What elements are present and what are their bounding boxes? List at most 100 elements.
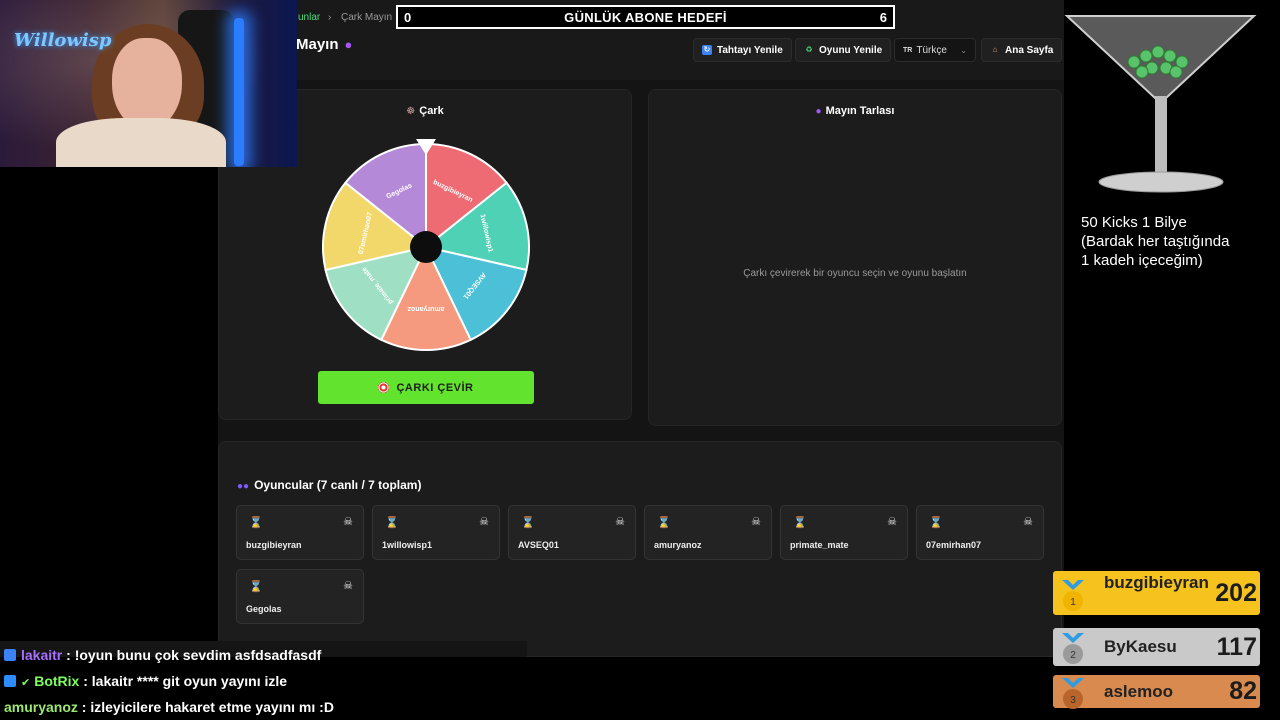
target-icon bbox=[378, 382, 390, 393]
hourglass-icon: ⌛ bbox=[793, 517, 807, 529]
skull-crossbones-icon: ☠ bbox=[479, 516, 489, 528]
chat-message: lakaitr : !oyun bunu çok sevdim asfdsadf… bbox=[4, 647, 321, 663]
chat-text: : izleyicilere hakaret etme yayını mı :D bbox=[77, 699, 334, 715]
player-name: 1willowisp1 bbox=[382, 540, 433, 550]
players-panel-title: ●● Oyuncular (7 canlı / 7 toplam) bbox=[237, 478, 421, 492]
leaderboard-row: 2 ByKaesu 117 bbox=[1053, 628, 1260, 666]
svg-text:1: 1 bbox=[1070, 597, 1076, 608]
breadcrumb-separator: › bbox=[328, 12, 332, 23]
player-name: amuryanoz bbox=[654, 540, 702, 550]
language-flag: TR bbox=[903, 46, 913, 54]
skull-crossbones-icon: ☠ bbox=[887, 516, 897, 528]
leaderboard-name: buzgibieyran bbox=[1104, 573, 1209, 592]
player-name: Gegolas bbox=[246, 604, 282, 614]
leaderboard-row: 1 buzgibieyran 202 bbox=[1053, 571, 1260, 615]
player-name: AVSEQ01 bbox=[518, 540, 559, 550]
webcam-person-face bbox=[112, 38, 182, 130]
wheel-panel-title-text: Çark bbox=[419, 105, 444, 117]
players-panel-title-text: Oyuncular (7 canlı / 7 toplam) bbox=[254, 478, 422, 492]
hourglass-icon: ⌛ bbox=[385, 517, 399, 529]
leaderboard-name: aslemoo bbox=[1104, 681, 1173, 701]
chat-message: amuryanoz : izleyicilere hakaret etme ya… bbox=[4, 699, 334, 715]
chevron-down-icon: ⌄ bbox=[960, 45, 967, 55]
minefield-panel: ● Mayın Tarlası Çarkı çevirerek bir oyunc… bbox=[648, 89, 1062, 426]
subscriber-goal-bar: 0 GÜNLÜK ABONE HEDEFİ 6 bbox=[396, 5, 895, 29]
refresh-board-label: Tahtayı Yenile bbox=[717, 44, 783, 56]
player-name: buzgibieyran bbox=[246, 540, 302, 550]
chat-text: : !oyun bunu çok sevdim asfdsadfasdf bbox=[62, 647, 322, 663]
people-icon: ●● bbox=[237, 481, 250, 492]
player-card[interactable]: ⌛ ☠ primate_mate bbox=[780, 505, 908, 560]
refresh-game-label: Oyunu Yenile bbox=[819, 44, 883, 56]
medal-icon: 3 bbox=[1062, 678, 1084, 709]
chat-username: amuryanoz bbox=[4, 699, 78, 715]
skull-crossbones-icon: ☠ bbox=[1023, 516, 1033, 528]
bot-badge-icon bbox=[4, 675, 16, 687]
goal-target: 6 bbox=[879, 9, 887, 25]
player-card[interactable]: ⌛ ☠ 07emirhan07 bbox=[916, 505, 1044, 560]
house-icon: ⌂ bbox=[992, 45, 998, 54]
skull-crossbones-icon: ☠ bbox=[751, 516, 761, 528]
martini-glass-icon bbox=[1064, 15, 1257, 193]
spin-wheel[interactable]: buzgibieyran1willowisp1AVSEQ01amuryanozp… bbox=[219, 135, 633, 405]
player-card[interactable]: ⌛ ☠ amuryanoz bbox=[644, 505, 772, 560]
player-card[interactable]: ⌛ ☠ AVSEQ01 bbox=[508, 505, 636, 560]
svg-text:3: 3 bbox=[1070, 695, 1076, 706]
skull-crossbones-icon: ☠ bbox=[615, 516, 625, 528]
app-window: unlar › Çark Mayın Mayın ● ↻ Tahtayı Yeni… bbox=[218, 0, 1064, 657]
chat-username: BotRix bbox=[34, 673, 80, 689]
breadcrumb-current: Çark Mayın bbox=[341, 12, 393, 23]
hourglass-icon: ⌛ bbox=[249, 581, 263, 593]
medal-icon: 1 bbox=[1062, 580, 1084, 611]
chat-overlay: lakaitr : !oyun bunu çok sevdim asfdsadf… bbox=[0, 641, 527, 720]
home-label: Ana Sayfa bbox=[1005, 44, 1054, 56]
svg-text:2: 2 bbox=[1070, 650, 1076, 661]
chat-message: ✔ BotRix : lakaitr **** git oyun yayını i… bbox=[4, 673, 287, 689]
player-card[interactable]: ⌛ ☠ 1willowisp1 bbox=[372, 505, 500, 560]
leaderboard-score: 82 bbox=[1229, 677, 1257, 705]
leaderboard-score: 117 bbox=[1216, 632, 1257, 661]
minefield-message: Çarkı çevirerek bir oyuncu seçin ve oyun… bbox=[743, 268, 967, 279]
minefield-panel-title: ● Mayın Tarlası bbox=[649, 105, 1061, 117]
skull-crossbones-icon: ☠ bbox=[343, 580, 353, 592]
hourglass-icon: ⌛ bbox=[521, 517, 535, 529]
leaderboard-score: 202 bbox=[1215, 578, 1257, 607]
language-value: Türkçe bbox=[916, 44, 947, 56]
player-name: 07emirhan07 bbox=[926, 540, 982, 550]
players-panel: ●● Oyuncular (7 canlı / 7 toplam) ⌛ ☠ buzgi… bbox=[218, 441, 1062, 657]
language-select[interactable]: TR Türkçe ⌄ bbox=[894, 38, 976, 62]
cube-badge-icon bbox=[4, 649, 16, 661]
goal-title: GÜNLÜK ABONE HEDEFİ bbox=[564, 9, 727, 25]
home-button[interactable]: ⌂ Ana Sayfa bbox=[981, 38, 1063, 62]
minefield-panel-title-text: Mayın Tarlası bbox=[825, 105, 895, 117]
bomb-icon: ● bbox=[815, 106, 822, 117]
wheel-segment-label: amuryanoz bbox=[407, 305, 444, 312]
bomb-icon: ● bbox=[344, 37, 353, 52]
breadcrumb-prev[interactable]: unlar bbox=[298, 12, 320, 23]
player-card[interactable]: ⌛ ☠ buzgibieyran bbox=[236, 505, 364, 560]
webcam-lamp bbox=[234, 18, 244, 166]
hourglass-icon: ⌛ bbox=[249, 517, 263, 529]
recycle-icon: ♻ bbox=[805, 45, 813, 54]
webcam-person-body bbox=[56, 118, 226, 167]
wheel-icon: ☸ bbox=[406, 106, 416, 117]
chat-text: : lakaitr **** git oyun yayını izle bbox=[79, 673, 288, 689]
page-title: Mayın ● bbox=[296, 36, 352, 53]
hourglass-icon: ⌛ bbox=[929, 517, 943, 529]
player-card[interactable]: ⌛ ☠ Gegolas bbox=[236, 569, 364, 624]
page-title-text: Mayın bbox=[296, 36, 339, 53]
refresh-game-button[interactable]: ♻ Oyunu Yenile bbox=[795, 38, 892, 62]
kicks-note: 50 Kicks 1 Bilye (Bardak her taştığında … bbox=[1081, 214, 1230, 269]
medal-icon: 2 bbox=[1062, 633, 1084, 664]
wheel-hub bbox=[410, 231, 442, 263]
refresh-icon: ↻ bbox=[702, 45, 712, 55]
hourglass-icon: ⌛ bbox=[657, 517, 671, 529]
leaderboard-name: ByKaesu bbox=[1104, 637, 1177, 656]
goal-current: 0 bbox=[404, 9, 412, 25]
spin-wheel-button[interactable]: ÇARKI ÇEVİR bbox=[318, 371, 534, 404]
webcam-feed: Willowisp bbox=[0, 0, 297, 167]
skull-crossbones-icon: ☠ bbox=[343, 516, 353, 528]
refresh-board-button[interactable]: ↻ Tahtayı Yenile bbox=[693, 38, 792, 62]
webcam-neon-logo: Willowisp bbox=[14, 30, 112, 51]
verified-icon: ✔ bbox=[21, 677, 31, 689]
